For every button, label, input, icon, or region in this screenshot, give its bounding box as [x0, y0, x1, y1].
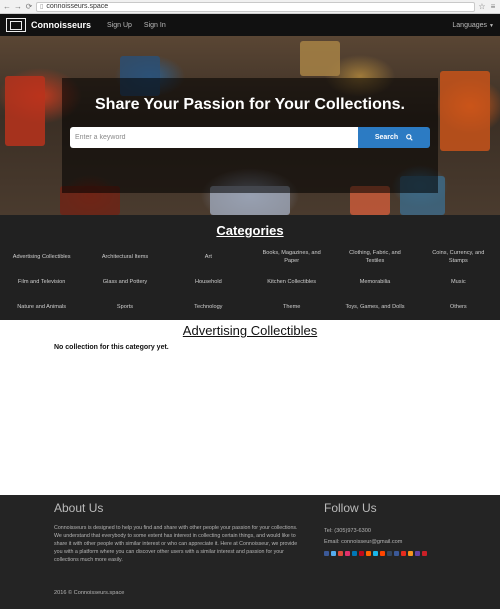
- category-link[interactable]: Film and Television: [0, 269, 83, 294]
- hero-banner: Share Your Passion for Your Collections.…: [0, 36, 500, 215]
- languages-label: Languages: [452, 21, 488, 29]
- back-icon[interactable]: ←: [3, 2, 11, 12]
- address-bar[interactable]: ▯ connoisseurs.space: [36, 1, 475, 12]
- footer: About Us Connoisseurs is designed to hel…: [0, 495, 500, 609]
- forward-icon[interactable]: →: [14, 2, 22, 12]
- languages-dropdown[interactable]: Languages ▼: [452, 22, 494, 29]
- category-link[interactable]: Art: [167, 244, 250, 269]
- social-icon[interactable]: [380, 551, 385, 556]
- browser-chrome: ← → ⟳ ▯ connoisseurs.space ☆ ≡: [0, 0, 500, 14]
- category-link[interactable]: Others: [417, 294, 500, 319]
- navbar: Connoisseurs Sign Up Sign In Languages ▼: [0, 14, 500, 36]
- social-icon[interactable]: [366, 551, 371, 556]
- robot-image: [300, 41, 340, 76]
- page-title: Advertising Collectibles: [182, 323, 318, 338]
- reload-icon[interactable]: ⟳: [25, 2, 33, 12]
- contact-email: Email: connoisseur@gmail.com: [324, 539, 403, 545]
- category-link[interactable]: Advertising Collectibles: [0, 244, 83, 269]
- page-icon: ▯: [40, 3, 44, 10]
- menu-icon[interactable]: ≡: [489, 2, 497, 11]
- category-link[interactable]: Theme: [250, 294, 333, 319]
- search-button[interactable]: Search: [358, 127, 430, 148]
- url-text: connoisseurs.space: [46, 2, 109, 10]
- categories-section: Categories Advertising Collectibles Arch…: [0, 215, 500, 320]
- social-icon[interactable]: [338, 551, 343, 556]
- social-icon[interactable]: [408, 551, 413, 556]
- empty-message: No collection for this category yet.: [54, 344, 169, 351]
- social-icon[interactable]: [352, 551, 357, 556]
- about-title: About Us: [54, 501, 104, 515]
- main-content: Advertising Collectibles No collection f…: [0, 320, 500, 495]
- social-icon[interactable]: [415, 551, 420, 556]
- social-icon[interactable]: [373, 551, 378, 556]
- category-link[interactable]: Architectural Items: [83, 244, 166, 269]
- social-icon[interactable]: [345, 551, 350, 556]
- category-link[interactable]: Glass and Pottery: [83, 269, 166, 294]
- social-icon[interactable]: [359, 551, 364, 556]
- category-link[interactable]: Sports: [83, 294, 166, 319]
- about-text: Connoisseurs is designed to help you fin…: [54, 525, 298, 563]
- search-button-label: Search: [374, 134, 399, 141]
- social-icon[interactable]: [422, 551, 427, 556]
- follow-title: Follow Us: [324, 501, 377, 515]
- copyright: 2016 © Connoisseurs.space: [54, 590, 125, 596]
- category-link[interactable]: Household: [167, 269, 250, 294]
- category-link[interactable]: Toys, Games, and Dolls: [333, 294, 416, 319]
- contact-tel: Tel: (305)973-6300: [324, 528, 371, 534]
- social-icon[interactable]: [394, 551, 399, 556]
- social-icon[interactable]: [324, 551, 329, 556]
- categories-title: Categories: [216, 223, 284, 238]
- social-icons: [324, 551, 444, 556]
- logo-icon[interactable]: [6, 18, 26, 32]
- search-input[interactable]: [70, 127, 358, 148]
- category-link[interactable]: Clothing, Fabric, and Textiles: [333, 244, 416, 269]
- search-icon: [406, 134, 413, 141]
- hero-title: Share Your Passion for Your Collections.: [95, 96, 405, 113]
- category-link[interactable]: Technology: [167, 294, 250, 319]
- category-link[interactable]: Coins, Currency, and Stamps: [417, 244, 500, 269]
- social-icon[interactable]: [387, 551, 392, 556]
- sign-in-link[interactable]: Sign In: [144, 22, 166, 29]
- social-icon[interactable]: [401, 551, 406, 556]
- category-link[interactable]: Music: [417, 269, 500, 294]
- star-icon[interactable]: ☆: [478, 2, 486, 11]
- category-link[interactable]: Kitchen Collectibles: [250, 269, 333, 294]
- category-link[interactable]: Nature and Animals: [0, 294, 83, 319]
- chevron-down-icon: ▼: [489, 22, 494, 29]
- category-link[interactable]: Memorabilia: [333, 269, 416, 294]
- social-icon[interactable]: [331, 551, 336, 556]
- brand-link[interactable]: Connoisseurs: [31, 20, 91, 30]
- category-link[interactable]: Books, Magazines, and Paper: [250, 244, 333, 269]
- sign-up-link[interactable]: Sign Up: [107, 22, 132, 29]
- categories-grid: Advertising Collectibles Architectural I…: [0, 244, 500, 319]
- search-form: Search: [70, 127, 430, 148]
